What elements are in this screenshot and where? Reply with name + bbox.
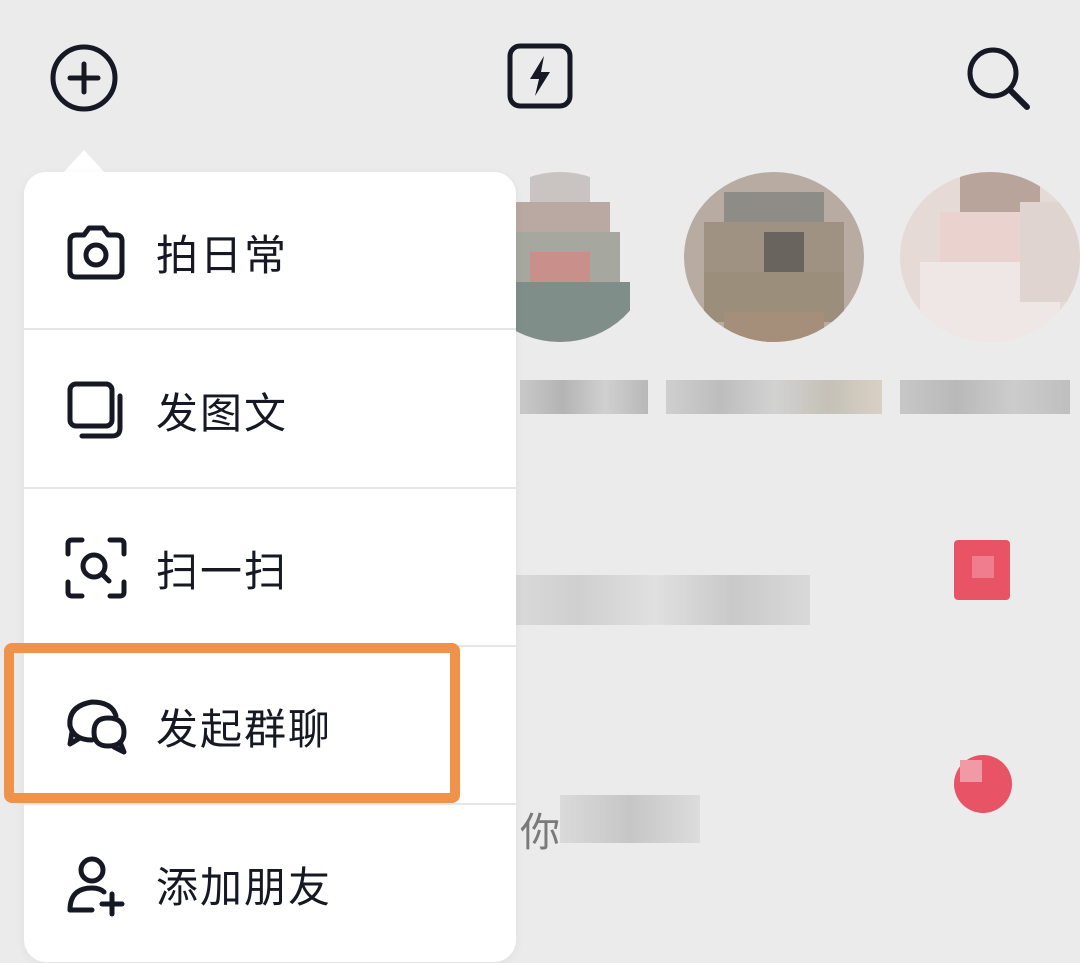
- add-circle-icon[interactable]: [48, 42, 120, 114]
- menu-item-label: 扫一扫: [156, 547, 289, 596]
- menu-divider: [24, 487, 516, 489]
- lightning-icon[interactable]: [506, 42, 574, 110]
- image-text-icon: [62, 376, 130, 444]
- search-icon[interactable]: [964, 44, 1034, 114]
- add-menu-popup: 拍日常 发图文 扫一扫 发起群聊 添加朋友: [24, 172, 516, 962]
- unread-badge-shade: [972, 556, 994, 578]
- menu-pointer: [62, 150, 106, 174]
- scan-icon: [62, 534, 130, 602]
- camera-icon: [62, 219, 130, 287]
- contact-name: [900, 380, 1070, 414]
- menu-item-label: 添加朋友: [156, 863, 333, 912]
- menu-item-shoot-daily[interactable]: 拍日常: [24, 174, 516, 331]
- add-friend-icon: [62, 850, 130, 918]
- contact-name: [520, 380, 648, 414]
- menu-divider: [24, 328, 516, 330]
- unread-badge-shade: [960, 760, 982, 782]
- highlight-box: [4, 643, 460, 803]
- menu-divider: [24, 803, 516, 805]
- menu-item-post-image-text[interactable]: 发图文: [24, 332, 516, 489]
- menu-item-add-friend[interactable]: 添加朋友: [24, 806, 516, 963]
- menu-item-scan[interactable]: 扫一扫: [24, 490, 516, 647]
- message-preview: [500, 575, 810, 625]
- message-snippet-prefix: 你: [520, 810, 560, 856]
- contact-name: [666, 380, 882, 414]
- menu-item-label: 发图文: [156, 389, 289, 438]
- message-preview: [560, 795, 700, 843]
- menu-item-label: 拍日常: [156, 231, 289, 280]
- avatar[interactable]: [684, 172, 864, 342]
- avatar[interactable]: [900, 172, 1080, 342]
- top-bar: [0, 0, 1080, 160]
